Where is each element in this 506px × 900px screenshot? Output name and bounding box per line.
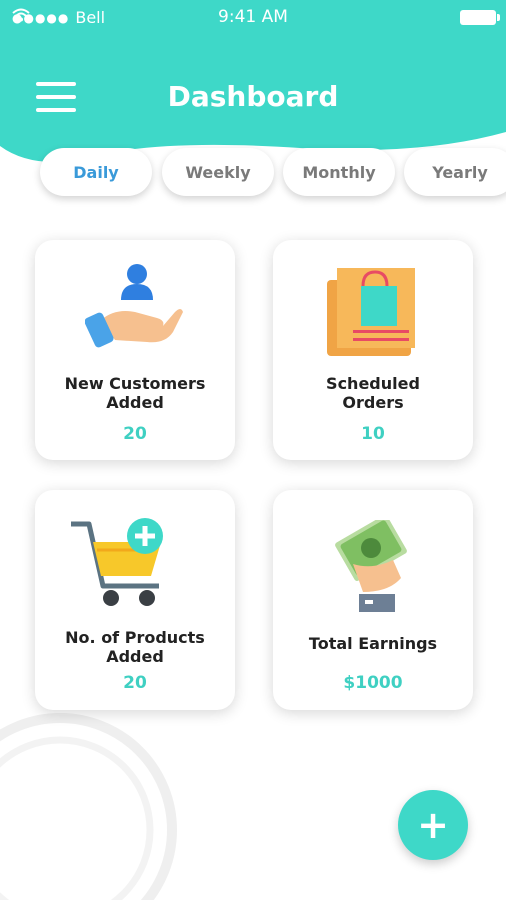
card-new-customers[interactable]: New Customers Added 20 [35,240,235,460]
card-products-added[interactable]: No. of Products Added 20 [35,490,235,710]
card-label: No. of Products Added [65,628,205,666]
card-value: 20 [123,673,147,693]
period-tabs: Daily Weekly Monthly Yearly [0,0,506,200]
card-value: $1000 [343,673,403,693]
card-value: 20 [123,424,147,444]
decorative-rings [0,713,177,900]
tab-daily[interactable]: Daily [40,148,152,196]
customer-hand-icon [85,264,183,348]
tab-weekly[interactable]: Weekly [162,148,274,196]
card-label: New Customers Added [64,374,206,412]
cash-hand-icon [335,520,407,612]
card-value: 10 [361,424,385,444]
tab-yearly[interactable]: Yearly [404,148,506,196]
tab-monthly[interactable]: Monthly [283,148,395,196]
plus-icon: + [417,803,449,847]
card-label: Scheduled Orders [326,374,420,412]
card-total-earnings[interactable]: Total Earnings $1000 [273,490,473,710]
card-scheduled-orders[interactable]: Scheduled Orders 10 [273,240,473,460]
card-label: Total Earnings [308,634,438,653]
add-button[interactable]: + [398,790,468,860]
shopping-bag-icon [327,268,415,356]
cart-add-icon [71,518,163,606]
